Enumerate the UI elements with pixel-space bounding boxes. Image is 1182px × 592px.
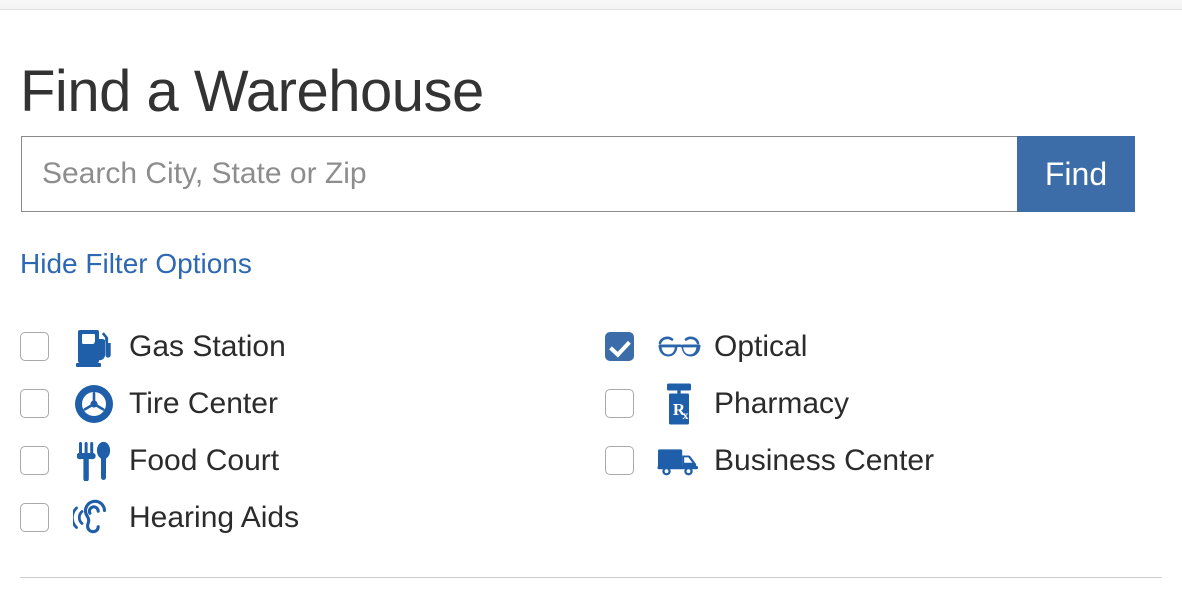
ear-sound-icon [71,498,117,538]
filter-item-optical[interactable]: Optical [605,318,934,375]
fork-spoon-icon [71,441,117,481]
filter-column-left: Gas Station Tire Center Food Court Heari… [20,318,299,546]
gas-pump-icon [71,327,117,367]
checkbox-food-court[interactable] [20,446,49,475]
filter-label: Pharmacy [714,386,850,420]
eyeglasses-icon [656,334,702,360]
section-divider [20,577,1162,578]
checkbox-gas-station[interactable] [20,332,49,361]
checkbox-hearing-aids[interactable] [20,503,49,532]
filter-item-pharmacy[interactable]: R x Pharmacy [605,375,934,432]
checkbox-pharmacy[interactable] [605,389,634,418]
search-input[interactable] [21,136,1017,212]
delivery-truck-icon [656,446,702,476]
toggle-filter-options-link[interactable]: Hide Filter Options [20,245,252,283]
page-title: Find a Warehouse [20,58,484,124]
rx-pill-bottle-icon: R x [656,383,702,425]
filter-label: Gas Station [129,329,286,363]
filter-label: Food Court [129,443,280,477]
search-bar: Find [21,136,1135,212]
filter-label: Tire Center [129,386,278,420]
filter-label: Optical [714,329,808,363]
filter-label: Hearing Aids [129,500,300,534]
checkbox-optical[interactable] [605,332,634,361]
top-bar [0,0,1182,10]
svg-text:x: x [683,408,689,422]
checkbox-business-center[interactable] [605,446,634,475]
filter-column-right: Optical R x Pharmacy Business Center [605,318,934,489]
filter-label: Business Center [714,443,935,477]
filter-item-business-center[interactable]: Business Center [605,432,934,489]
filter-item-food-court[interactable]: Food Court [20,432,299,489]
checkbox-tire-center[interactable] [20,389,49,418]
filter-item-hearing-aids[interactable]: Hearing Aids [20,489,299,546]
tire-wheel-icon [71,384,117,423]
filter-item-gas-station[interactable]: Gas Station [20,318,299,375]
find-button[interactable]: Find [1017,136,1135,212]
filter-item-tire-center[interactable]: Tire Center [20,375,299,432]
